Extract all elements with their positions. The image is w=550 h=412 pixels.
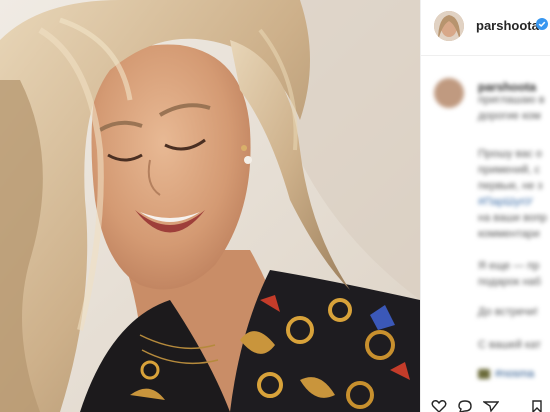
emoji-icon — [478, 369, 490, 379]
verified-badge-icon — [536, 18, 548, 30]
post-photo[interactable] — [0, 0, 420, 412]
caption-username[interactable]: parshoota — [478, 80, 536, 94]
caption-hashtag[interactable]: #nosma — [495, 368, 534, 380]
bookmark-icon[interactable] — [529, 400, 545, 412]
avatar-image — [434, 11, 464, 41]
heart-icon[interactable] — [431, 400, 447, 412]
caption-line: комментари — [478, 228, 540, 240]
username-link[interactable]: parshoota — [476, 18, 539, 33]
comment-icon[interactable] — [457, 400, 473, 412]
caption-line: До встречи! — [478, 306, 538, 318]
caption-line: первые, не з — [478, 180, 543, 192]
caption-avatar[interactable] — [434, 78, 464, 108]
caption-line: дорогие ком — [478, 110, 541, 122]
avatar[interactable] — [434, 11, 464, 41]
caption-line: Прошу вас о — [478, 148, 543, 160]
caption-line: примений, с — [478, 164, 540, 176]
caption-line: на ваши вопр — [478, 212, 548, 224]
portrait-image — [0, 0, 420, 412]
caption-line: Я еще — пр — [478, 260, 540, 272]
caption: parshoota приглашаю в дорогие ком Прошу … — [421, 56, 550, 412]
post-header: parshoota — [421, 0, 550, 56]
post-side-panel: parshoota parshoota приглашаю в дорогие … — [420, 0, 550, 412]
caption-hashtag[interactable]: #ПарШупУ — [478, 196, 533, 208]
share-icon[interactable] — [483, 400, 499, 412]
caption-line: С вашей кат — [478, 339, 541, 351]
caption-line: подарок наб — [478, 276, 541, 288]
action-row — [421, 400, 550, 412]
caption-line: приглашаю в — [478, 94, 545, 106]
